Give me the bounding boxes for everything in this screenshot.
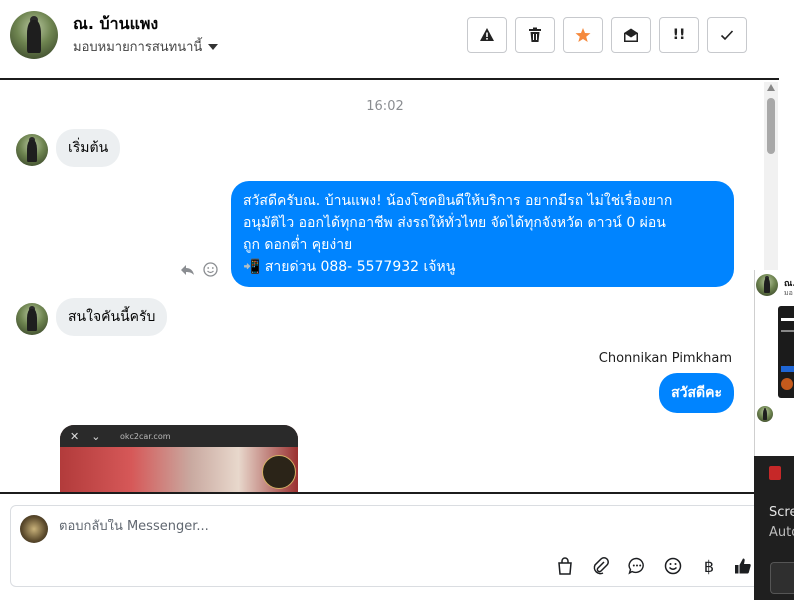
reply-composer: ฿ [10, 505, 777, 587]
message-line: อนุมัติไว ออกได้ทุกอาชีพ ส่งรถให้ทั่วไทย… [243, 215, 666, 231]
shared-image[interactable]: ✕ ⌄ okc2car.com [60, 425, 298, 492]
envelope-open-icon [624, 28, 638, 42]
baht-payment-icon[interactable]: ฿ [697, 554, 721, 578]
conversation-header: ณ. บ้านแพง มอบหมายการสนทนานี้ !! [0, 0, 779, 80]
side-notification-button[interactable] [770, 562, 794, 594]
image-toolbar: ✕ ⌄ [60, 425, 298, 447]
message-line: ถูก ดอกต่ำ คุยง่าย [243, 237, 353, 253]
delete-button[interactable] [515, 17, 555, 53]
follow-up-button[interactable]: !! [659, 17, 699, 53]
divider [0, 492, 779, 494]
side-avatar-small [757, 406, 773, 422]
incoming-message[interactable]: สนใจคันนี้ครับ [56, 298, 168, 336]
page-avatar [20, 515, 48, 543]
saved-reply-icon[interactable] [625, 554, 649, 578]
mark-done-button[interactable] [707, 17, 747, 53]
image-url-text: okc2car.com [120, 432, 171, 441]
mark-unread-button[interactable] [611, 17, 651, 53]
assign-label: มอบหมายการสนทนานี้ [73, 40, 203, 55]
contact-avatar[interactable] [10, 11, 58, 59]
sender-name: Chonnikan Pimkham [598, 351, 732, 366]
incoming-message[interactable]: เริ่มต้น [56, 129, 121, 167]
chevron-down-icon: ⌄ [91, 429, 101, 443]
assign-conversation-dropdown[interactable]: มอบหมายการสนทนานี้ [73, 36, 219, 57]
mark-spam-button[interactable] [467, 17, 507, 53]
scroll-up-arrow-icon[interactable] [767, 84, 775, 91]
side-ad-card[interactable] [778, 306, 794, 398]
bag-icon[interactable] [553, 554, 577, 578]
contact-avatar-small [16, 134, 48, 166]
star-icon [575, 28, 591, 42]
contact-avatar-small [16, 303, 48, 335]
emoji-icon[interactable] [661, 554, 685, 578]
caret-down-icon [208, 43, 219, 50]
message-line: สวัสดีครับณ. บ้านแพง! น้องโชคยินดีให้บริ… [243, 193, 673, 209]
message-timestamp: 16:02 [366, 99, 404, 114]
scrollbar-thumb[interactable] [767, 98, 775, 154]
thumbs-up-icon[interactable] [731, 554, 755, 578]
message-thread[interactable]: 16:02 เริ่มต้น สวัสดีครับณ. บ้านแพง! น้อ… [0, 82, 779, 492]
dealer-logo [262, 455, 296, 489]
contact-name[interactable]: ณ. บ้านแพง [73, 12, 158, 37]
check-icon [720, 30, 734, 41]
side-notification-subtitle: Auto [769, 525, 794, 540]
trash-icon [529, 27, 541, 42]
side-notification-title: Scre [769, 505, 794, 520]
priority-icon: !! [672, 27, 686, 43]
react-smiley-icon[interactable] [203, 262, 218, 281]
star-button[interactable] [563, 17, 603, 53]
reply-icon[interactable] [180, 262, 195, 280]
outgoing-message[interactable]: สวัสดีคะ [659, 373, 734, 413]
close-icon: ✕ [70, 429, 80, 443]
message-line: 📲 สายด่วน 088- 5577932 เจ้หนู [243, 259, 456, 275]
reply-input[interactable] [59, 519, 559, 534]
warning-icon [480, 28, 494, 41]
side-contact-sub: มอ [784, 289, 793, 297]
screenshot-file-icon [769, 466, 781, 480]
outgoing-message[interactable]: สวัสดีครับณ. บ้านแพง! น้องโชคยินดีให้บริ… [231, 181, 734, 287]
side-avatar [756, 274, 778, 296]
attachment-icon[interactable] [589, 554, 613, 578]
